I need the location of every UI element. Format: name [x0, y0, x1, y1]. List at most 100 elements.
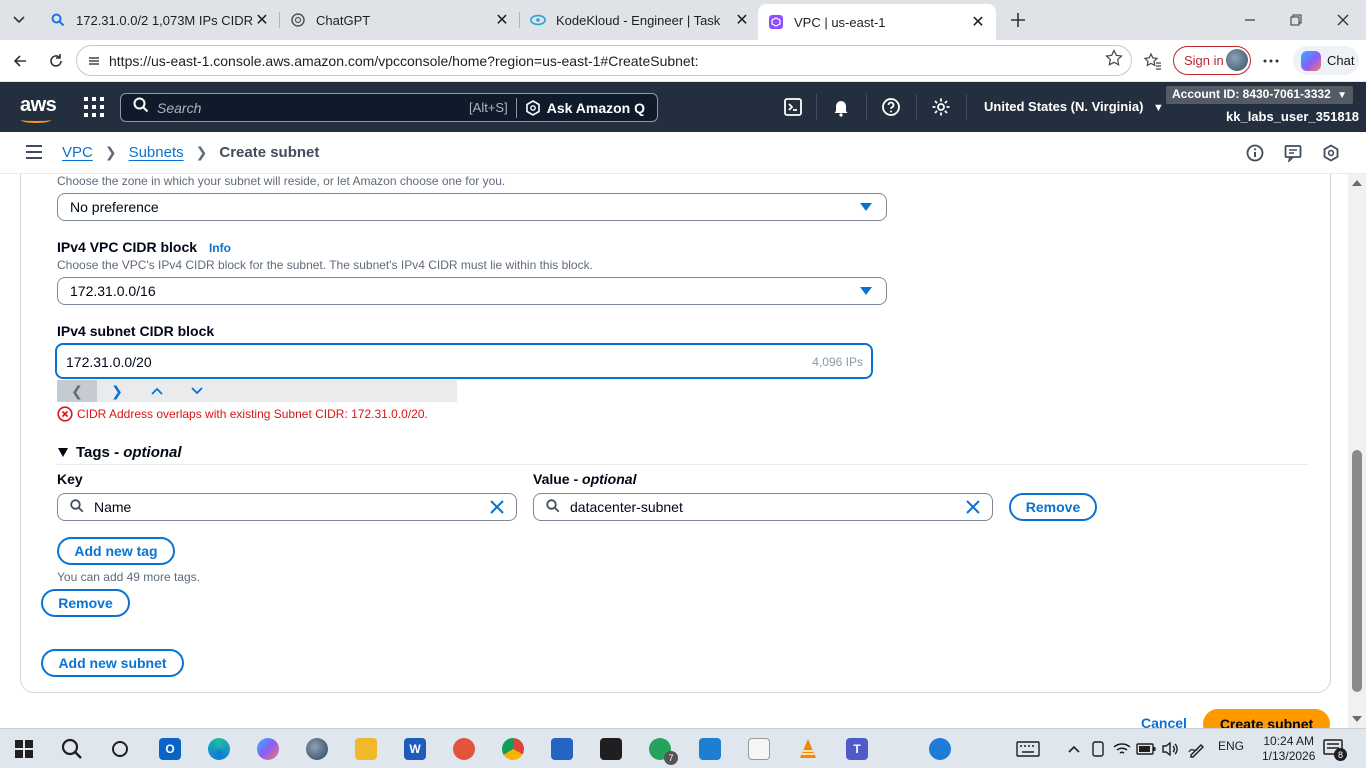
- remote-desktop-icon[interactable]: [696, 735, 724, 763]
- pen-icon[interactable]: [1183, 735, 1211, 763]
- task-view-icon[interactable]: [106, 735, 134, 763]
- scroll-up-icon[interactable]: [1352, 180, 1362, 186]
- tags-section-toggle[interactable]: Tags - optional: [58, 444, 182, 461]
- back-arrow-icon[interactable]: [8, 49, 32, 73]
- settings-hex-icon[interactable]: [1321, 143, 1341, 163]
- browser-tab-vpc[interactable]: VPC | us-east-1 ✕: [758, 4, 996, 40]
- word-icon[interactable]: W: [401, 735, 429, 763]
- page-scrollbar[interactable]: [1348, 174, 1366, 728]
- account-id-badge[interactable]: Account ID: 8430-7061-3332 ▼: [1166, 86, 1353, 104]
- copilot-icon[interactable]: [254, 735, 282, 763]
- chevron-up-icon[interactable]: [137, 380, 177, 402]
- feedback-icon[interactable]: [1283, 143, 1303, 163]
- services-menu-icon[interactable]: [84, 97, 104, 117]
- favorites-icon[interactable]: [1141, 49, 1165, 73]
- close-tab-icon[interactable]: ✕: [970, 14, 986, 31]
- settings-gear-icon[interactable]: [930, 96, 952, 118]
- search-icon[interactable]: [58, 735, 86, 763]
- vpn-app-icon[interactable]: [597, 735, 625, 763]
- create-subnet-button[interactable]: Create subnet: [1203, 709, 1330, 728]
- ask-amazon-q-button[interactable]: Ask Amazon Q: [525, 100, 645, 116]
- caret-down-icon: ▼: [1337, 90, 1347, 101]
- snipping-tool-icon[interactable]: [450, 735, 478, 763]
- aws-logo[interactable]: aws: [20, 94, 57, 123]
- amazon-q-icon: [525, 99, 540, 116]
- close-tab-icon[interactable]: ✕: [254, 12, 270, 29]
- kodekloud-icon: [530, 12, 546, 28]
- favorite-star-icon[interactable]: [1105, 49, 1123, 72]
- remove-subnet-button[interactable]: Remove: [41, 589, 130, 617]
- url-field[interactable]: https://us-east-1.console.aws.amazon.com…: [76, 45, 1132, 76]
- info-panel-icon[interactable]: [1245, 143, 1265, 163]
- vpc-cidr-select[interactable]: 172.31.0.0/16: [57, 277, 887, 305]
- volume-icon[interactable]: [1156, 735, 1184, 763]
- tag-value-label-text: Value -: [533, 471, 583, 487]
- vlc-icon[interactable]: [794, 735, 822, 763]
- side-nav-menu-icon[interactable]: [26, 145, 42, 159]
- help-app-icon[interactable]: [926, 735, 954, 763]
- tab-title: VPC | us-east-1: [794, 14, 886, 30]
- caret-down-icon: ▼: [1153, 102, 1164, 114]
- subnet-cidr-input[interactable]: 172.31.0.0/20 4,096 IPs: [55, 343, 873, 379]
- sign-in-button[interactable]: Sign in: [1173, 46, 1251, 75]
- chevron-down-icon[interactable]: [177, 380, 217, 402]
- tag-key-input[interactable]: Name: [57, 493, 517, 521]
- close-tab-icon[interactable]: ✕: [494, 12, 510, 29]
- clear-icon[interactable]: [966, 500, 980, 517]
- keyboard-icon[interactable]: [1014, 735, 1042, 763]
- browser-tab-kodekloud[interactable]: KodeKloud - Engineer | Task ✕: [520, 6, 760, 34]
- notepad-icon[interactable]: [745, 735, 773, 763]
- notifications-bell-icon[interactable]: [830, 96, 852, 118]
- add-new-subnet-button[interactable]: Add new subnet: [41, 649, 184, 677]
- globe-icon[interactable]: [303, 735, 331, 763]
- aws-search-input[interactable]: Search [Alt+S] Ask Amazon Q: [120, 93, 658, 122]
- chat-label: Chat: [1327, 53, 1355, 68]
- restore-icon[interactable]: [1284, 8, 1308, 32]
- user-name[interactable]: kk_labs_user_351818: [1226, 109, 1359, 124]
- more-menu-icon[interactable]: [1259, 49, 1283, 73]
- input-language[interactable]: ENG: [1218, 739, 1244, 753]
- tag-value-input[interactable]: datacenter-subnet: [533, 493, 993, 521]
- reload-icon[interactable]: [44, 49, 68, 73]
- breadcrumb-subnets-link[interactable]: Subnets: [129, 144, 184, 161]
- vpc-cidr-description: Choose the VPC's IPv4 CIDR block for the…: [57, 258, 593, 272]
- info-link[interactable]: Info: [209, 241, 231, 255]
- outlook-icon[interactable]: O: [156, 735, 184, 763]
- site-info-icon[interactable]: [87, 54, 101, 68]
- region-selector[interactable]: United States (N. Virginia) ▼: [984, 99, 1164, 114]
- chrome-icon[interactable]: [499, 735, 527, 763]
- new-tab-icon[interactable]: [1006, 8, 1030, 32]
- clear-icon[interactable]: [490, 500, 504, 517]
- tab-actions-menu-icon[interactable]: [6, 8, 32, 32]
- caret-down-icon: [860, 203, 872, 211]
- cancel-button[interactable]: Cancel: [1141, 715, 1187, 728]
- add-new-tag-button[interactable]: Add new tag: [57, 537, 175, 565]
- scrollbar-thumb[interactable]: [1352, 450, 1362, 692]
- browser-tab-cidr-calculator[interactable]: 172.31.0.0/2 1,073M IPs CIDR Add ✕: [40, 6, 280, 34]
- chevron-right-icon[interactable]: ❯: [97, 380, 137, 402]
- windows-start-icon[interactable]: [10, 735, 38, 763]
- breadcrumb: VPC ❯ Subnets ❯ Create subnet: [62, 144, 319, 161]
- whatsapp-icon[interactable]: 7: [646, 735, 678, 765]
- edge-icon[interactable]: [205, 735, 233, 763]
- cloudshell-icon[interactable]: [782, 96, 804, 118]
- scroll-down-icon[interactable]: [1352, 716, 1362, 722]
- system-clock[interactable]: 10:24 AM 1/13/2026: [1262, 734, 1315, 764]
- vpc-cidr-label: IPv4 VPC CIDR block Info: [57, 239, 231, 255]
- copilot-chat-button[interactable]: Chat: [1293, 46, 1359, 75]
- notifications-icon[interactable]: 8: [1323, 739, 1347, 761]
- file-explorer-icon[interactable]: [352, 735, 380, 763]
- remove-tag-button[interactable]: Remove: [1009, 493, 1097, 521]
- sign-in-label: Sign in: [1184, 53, 1224, 68]
- microsoft-store-icon[interactable]: [548, 735, 576, 763]
- teams-icon[interactable]: T: [843, 735, 871, 763]
- help-icon[interactable]: [880, 96, 902, 118]
- browser-tab-chatgpt[interactable]: ChatGPT ✕: [280, 6, 520, 34]
- tab-title: 172.31.0.0/2 1,073M IPs CIDR Add: [76, 12, 254, 28]
- breadcrumb-vpc-link[interactable]: VPC: [62, 144, 93, 161]
- close-tab-icon[interactable]: ✕: [734, 12, 750, 29]
- close-window-icon[interactable]: [1331, 8, 1355, 32]
- chevron-left-icon[interactable]: ❮: [57, 380, 97, 402]
- availability-zone-select[interactable]: No preference: [57, 193, 887, 221]
- minimize-icon[interactable]: [1238, 8, 1262, 32]
